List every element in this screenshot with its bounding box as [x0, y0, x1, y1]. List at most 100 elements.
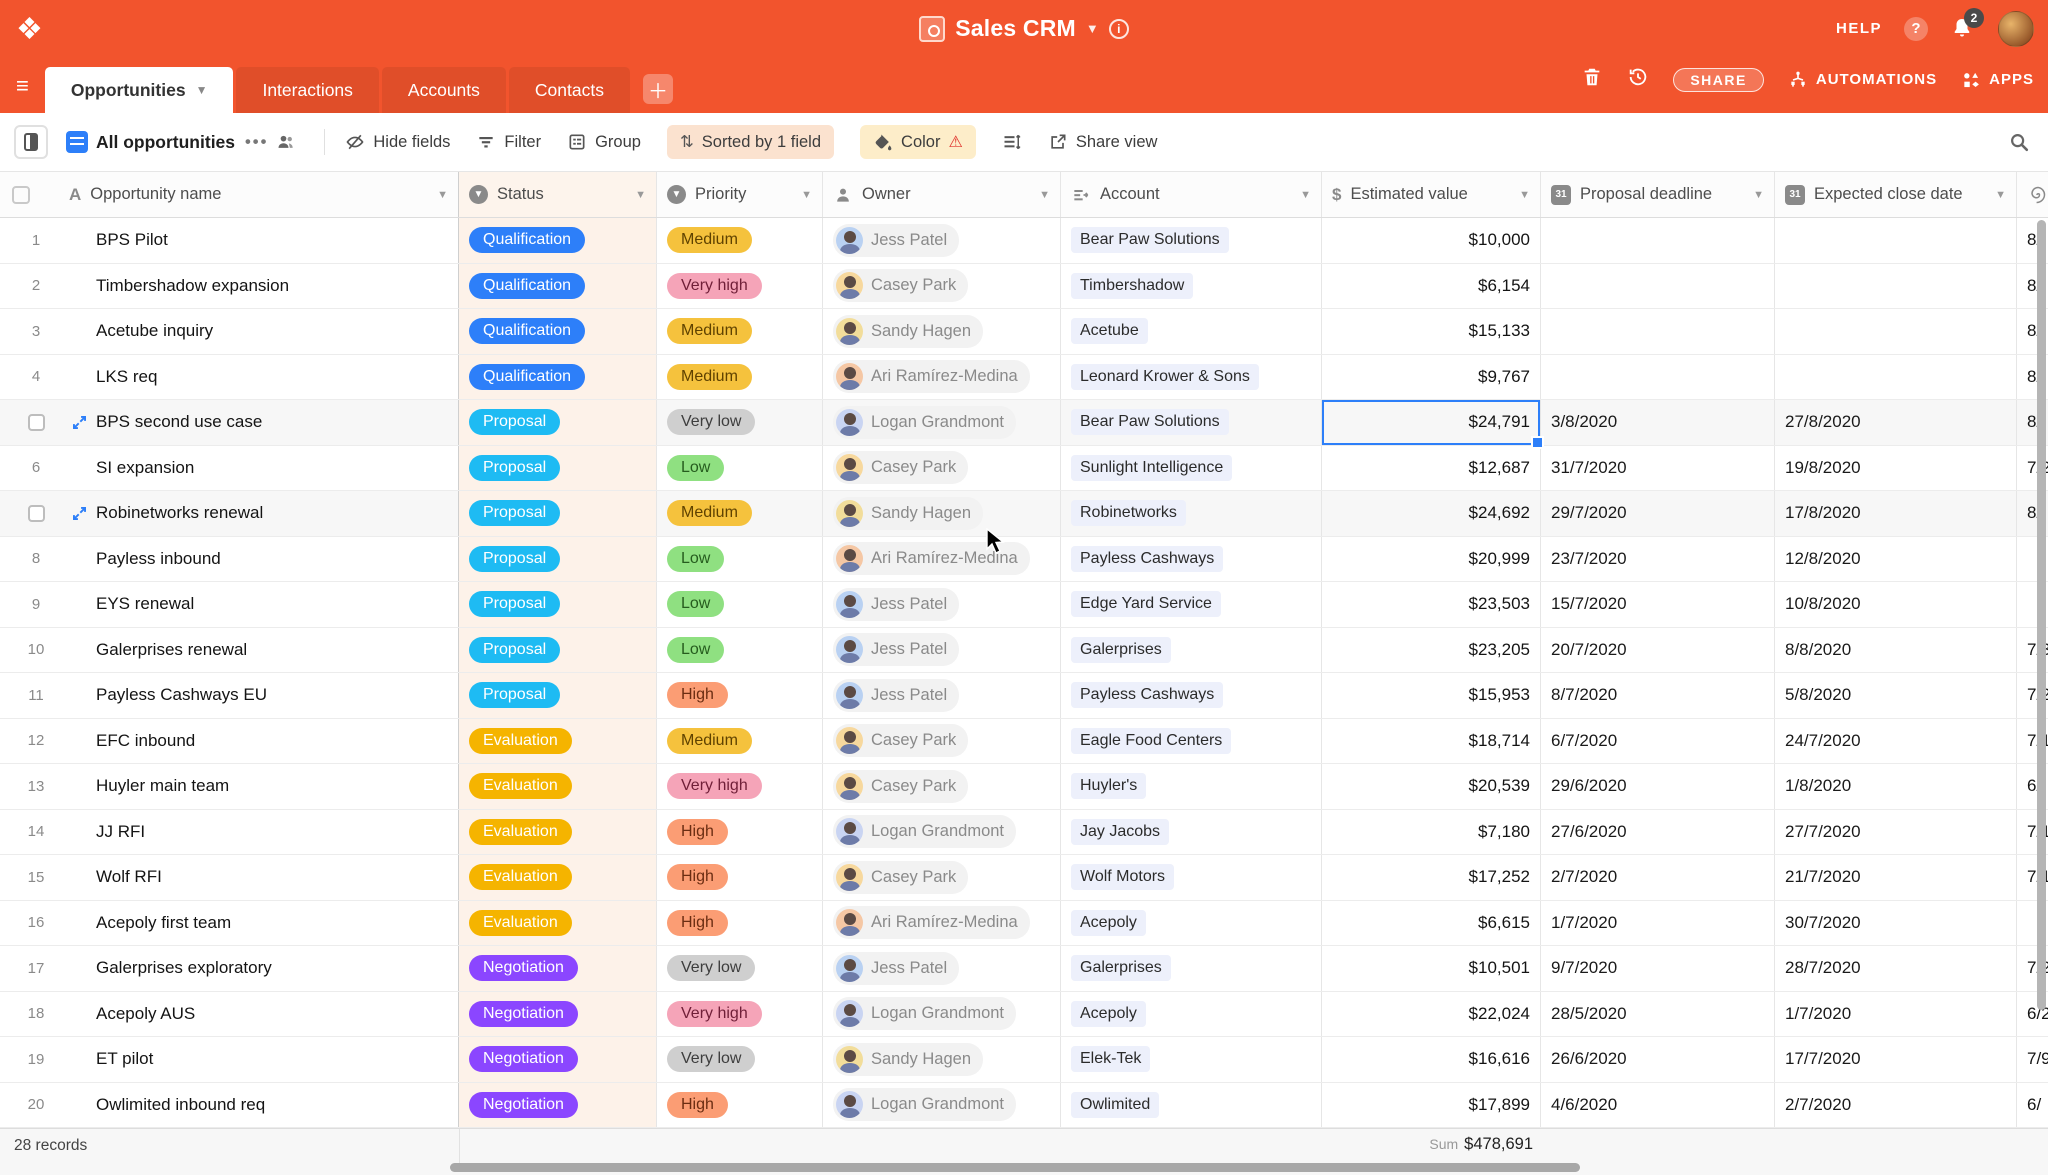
- cell-estimated-value[interactable]: $24,791: [1322, 400, 1541, 445]
- expand-record-icon[interactable]: [70, 413, 89, 432]
- cell-opportunity-name[interactable]: 16 Acepoly first team: [0, 901, 459, 946]
- cell-account[interactable]: Huyler's: [1061, 764, 1322, 809]
- cell-expected-close-date[interactable]: 21/7/2020: [1775, 855, 2017, 900]
- cell-status[interactable]: Negotiation: [459, 1083, 657, 1128]
- cell-expected-close-date[interactable]: [1775, 309, 2017, 354]
- horizontal-scrollbar[interactable]: [450, 1163, 1580, 1172]
- cell-estimated-value[interactable]: $17,252: [1322, 855, 1541, 900]
- cell-estimated-value[interactable]: $22,024: [1322, 992, 1541, 1037]
- cell-estimated-value[interactable]: $9,767: [1322, 355, 1541, 400]
- cell-account[interactable]: Payless Cashways: [1061, 673, 1322, 718]
- cell-estimated-value[interactable]: $6,615: [1322, 901, 1541, 946]
- cell-account[interactable]: Elek-Tek: [1061, 1037, 1322, 1082]
- cell-owner[interactable]: Jess Patel: [823, 673, 1061, 718]
- cell-estimated-value[interactable]: $15,133: [1322, 309, 1541, 354]
- tab-accounts[interactable]: Accounts: [382, 67, 506, 113]
- table-row[interactable]: 17 Galerprises exploratory Negotiation V…: [0, 946, 2048, 992]
- table-row[interactable]: 4 LKS req Qualification Medium Ari Ramír…: [0, 355, 2048, 401]
- column-header-owner[interactable]: Owner ▼: [823, 172, 1061, 217]
- column-header-proposal-deadline[interactable]: 31 Proposal deadline ▼: [1541, 172, 1775, 217]
- column-header-opportunity-name[interactable]: A Opportunity name ▼: [0, 172, 459, 217]
- table-row[interactable]: 10 Galerprises renewal Proposal Low Jess…: [0, 628, 2048, 674]
- cell-expected-close-date[interactable]: 1/7/2020: [1775, 992, 2017, 1037]
- table-row[interactable]: 13 Huyler main team Evaluation Very high…: [0, 764, 2048, 810]
- share-view-button[interactable]: Share view: [1048, 132, 1158, 152]
- cell-estimated-value[interactable]: $10,501: [1322, 946, 1541, 991]
- column-header-expected-close-date[interactable]: 31 Expected close date ▼: [1775, 172, 2017, 217]
- cell-estimated-value[interactable]: $6,154: [1322, 264, 1541, 309]
- cell-account[interactable]: Acetube: [1061, 309, 1322, 354]
- cell-status[interactable]: Proposal: [459, 582, 657, 627]
- cell-owner[interactable]: Ari Ramírez-Medina: [823, 901, 1061, 946]
- cell-priority[interactable]: Very high: [657, 764, 823, 809]
- cell-owner[interactable]: Casey Park: [823, 855, 1061, 900]
- column-header-estimated-value[interactable]: $ Estimated value ▼: [1322, 172, 1541, 217]
- cell-opportunity-name[interactable]: 14 JJ RFI: [0, 810, 459, 855]
- chevron-down-icon[interactable]: ▼: [1995, 189, 2006, 201]
- cell-estimated-value[interactable]: $10,000: [1322, 218, 1541, 263]
- cell-account[interactable]: Sunlight Intelligence: [1061, 446, 1322, 491]
- table-row[interactable]: 20 Owlimited inbound req Negotiation Hig…: [0, 1083, 2048, 1129]
- cell-account[interactable]: Bear Paw Solutions: [1061, 218, 1322, 263]
- cell-estimated-value[interactable]: $16,616: [1322, 1037, 1541, 1082]
- table-row[interactable]: 14 JJ RFI Evaluation High Logan Grandmon…: [0, 810, 2048, 856]
- row-height-button[interactable]: [1002, 132, 1022, 152]
- cell-owner[interactable]: Jess Patel: [823, 946, 1061, 991]
- cell-status[interactable]: Proposal: [459, 491, 657, 536]
- cell-owner[interactable]: Sandy Hagen: [823, 1037, 1061, 1082]
- cell-expected-close-date[interactable]: 28/7/2020: [1775, 946, 2017, 991]
- column-header-priority[interactable]: ▼ Priority ▼: [657, 172, 823, 217]
- cell-estimated-value[interactable]: $20,539: [1322, 764, 1541, 809]
- cell-expected-close-date[interactable]: 27/7/2020: [1775, 810, 2017, 855]
- cell-priority[interactable]: High: [657, 1083, 823, 1128]
- cell-priority[interactable]: Medium: [657, 491, 823, 536]
- cell-owner[interactable]: Casey Park: [823, 719, 1061, 764]
- cell-owner[interactable]: Jess Patel: [823, 218, 1061, 263]
- help-question-icon[interactable]: ?: [1904, 17, 1928, 41]
- search-icon[interactable]: [2008, 131, 2030, 153]
- cell-opportunity-name[interactable]: 3 Acetube inquiry: [0, 309, 459, 354]
- cell-priority[interactable]: Medium: [657, 218, 823, 263]
- table-row[interactable]: 16 Acepoly first team Evaluation High Ar…: [0, 901, 2048, 947]
- sort-button[interactable]: ⇅ Sorted by 1 field: [667, 125, 834, 159]
- add-table-button[interactable]: ＋: [643, 74, 673, 104]
- cell-expected-close-date[interactable]: 27/8/2020: [1775, 400, 2017, 445]
- cell-priority[interactable]: High: [657, 673, 823, 718]
- hamburger-menu-icon[interactable]: ≡: [16, 73, 29, 99]
- tab-interactions[interactable]: Interactions: [236, 67, 378, 113]
- cell-expected-close-date[interactable]: 19/8/2020: [1775, 446, 2017, 491]
- view-switcher[interactable]: All opportunities •••: [66, 131, 296, 153]
- cell-opportunity-name[interactable]: Robinetworks renewal: [0, 491, 459, 536]
- cell-opportunity-name[interactable]: 11 Payless Cashways EU: [0, 673, 459, 718]
- cell-account[interactable]: Edge Yard Service: [1061, 582, 1322, 627]
- table-row[interactable]: 12 EFC inbound Evaluation Medium Casey P…: [0, 719, 2048, 765]
- cell-expected-close-date[interactable]: 12/8/2020: [1775, 537, 2017, 582]
- collaborators-icon[interactable]: [276, 132, 296, 152]
- table-row[interactable]: 3 Acetube inquiry Qualification Medium S…: [0, 309, 2048, 355]
- cell-status[interactable]: Proposal: [459, 400, 657, 445]
- cell-proposal-deadline[interactable]: 1/7/2020: [1541, 901, 1775, 946]
- cell-opportunity-name[interactable]: 2 Timbershadow expansion: [0, 264, 459, 309]
- cell-priority[interactable]: Low: [657, 537, 823, 582]
- cell-account[interactable]: Eagle Food Centers: [1061, 719, 1322, 764]
- cell-priority[interactable]: High: [657, 810, 823, 855]
- cell-status[interactable]: Evaluation: [459, 901, 657, 946]
- column-header-partial[interactable]: [2017, 172, 2048, 217]
- cell-opportunity-name[interactable]: 8 Payless inbound: [0, 537, 459, 582]
- cell-status[interactable]: Evaluation: [459, 810, 657, 855]
- cell-estimated-value[interactable]: $24,692: [1322, 491, 1541, 536]
- cell-status[interactable]: Negotiation: [459, 946, 657, 991]
- table-row[interactable]: 18 Acepoly AUS Negotiation Very high Log…: [0, 992, 2048, 1038]
- cell-proposal-deadline[interactable]: 8/7/2020: [1541, 673, 1775, 718]
- chevron-down-icon[interactable]: ▼: [1519, 189, 1530, 201]
- cell-account[interactable]: Galerprises: [1061, 628, 1322, 673]
- cell-status[interactable]: Proposal: [459, 628, 657, 673]
- cell-proposal-deadline[interactable]: 2/7/2020: [1541, 855, 1775, 900]
- cell-expected-close-date[interactable]: 17/7/2020: [1775, 1037, 2017, 1082]
- chevron-down-icon[interactable]: ▼: [1039, 189, 1050, 201]
- cell-estimated-value[interactable]: $23,503: [1322, 582, 1541, 627]
- cell-proposal-deadline[interactable]: [1541, 264, 1775, 309]
- cell-expected-close-date[interactable]: [1775, 264, 2017, 309]
- cell-priority[interactable]: Medium: [657, 719, 823, 764]
- cell-account[interactable]: Jay Jacobs: [1061, 810, 1322, 855]
